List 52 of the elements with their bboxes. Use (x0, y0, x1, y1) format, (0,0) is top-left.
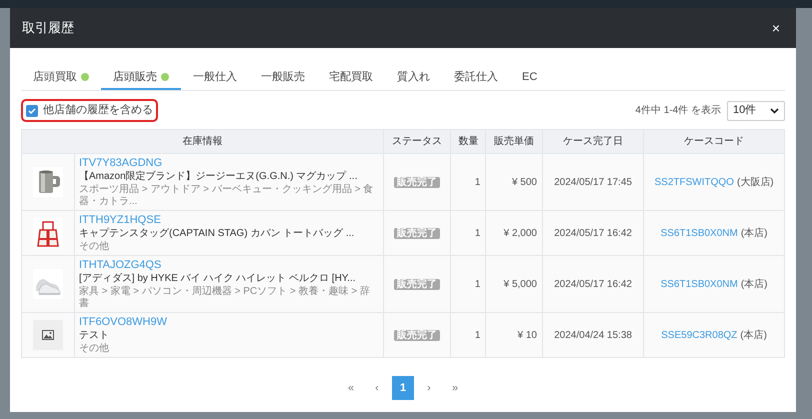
store-name: (大阪店) (736, 176, 774, 188)
table-cell: 1 (450, 312, 486, 358)
item-category: その他 (79, 343, 110, 355)
item-name: テスト (79, 329, 110, 343)
store-name: (本店) (740, 330, 767, 340)
checkbox-label[interactable]: 他店舗の履歴を含める (21, 99, 158, 122)
case-code-link[interactable]: SS6T1SB0X0NM (660, 228, 738, 238)
tab[interactable]: 店頭買取 (21, 66, 101, 90)
item-name: [アディダス] by HYKE バイ ハイク ハイレット ベルクロ [HY... (79, 272, 357, 286)
tab[interactable]: 一般仕入 (181, 66, 249, 90)
case-code-link[interactable]: SS6T1SB0X0NM (660, 278, 738, 290)
page-button[interactable]: « (340, 376, 362, 400)
tab[interactable]: 質入れ (385, 66, 442, 90)
page-button[interactable]: › (418, 376, 440, 400)
chevron-down-icon (770, 108, 779, 114)
image-placeholder-icon (42, 330, 54, 340)
item-name: キャプテンスタッグ(CAPTAIN STAG) カバン トートバッグ ... (79, 227, 356, 241)
item-code-link[interactable]: ITTH9YZ1HQSE (79, 213, 380, 227)
close-button[interactable]: × (768, 18, 784, 38)
store-name: (本店) (740, 228, 768, 238)
tab[interactable]: EC (510, 66, 550, 90)
item-category: その他 (79, 241, 110, 253)
column-header: ケース完了日 (542, 130, 644, 154)
result-summary: 4件中 1-4件 を表示 (635, 104, 721, 118)
status-badge: 販売完了 (394, 330, 440, 340)
item-category: スポーツ用品 > アウトドア > バーベキュー・クッキング用品 > 食器・カトラ... (79, 184, 374, 208)
tab[interactable]: 一般販売 (249, 66, 317, 90)
modal-title: 取引履歴 (22, 19, 74, 38)
column-header: 在庫情報 (22, 130, 384, 154)
page-button[interactable]: ‹ (366, 376, 388, 400)
case-code-link[interactable]: SSE59C3R08QZ (661, 330, 738, 340)
check-icon (28, 106, 36, 114)
store-name: (本店) (740, 278, 768, 290)
status-badge: 販売完了 (394, 278, 440, 290)
case-code-link[interactable]: SS2TFSWITQQO (654, 176, 734, 188)
tab[interactable]: 店頭販売 (101, 66, 181, 90)
page-button[interactable]: » (444, 376, 466, 400)
item-category: 家具 > 家電 > パソコン・周辺機器 > PCソフト > 教養・趣味 > 辞書 (79, 286, 371, 310)
status-badge: 販売完了 (394, 228, 440, 238)
page-button[interactable]: 1 (392, 376, 414, 400)
item-code-link[interactable]: ITHTAJOZG4QS (79, 258, 380, 272)
item-name: 【Amazon限定ブランド】ジージーエヌ(G.G.N.) マグカップ ... (79, 170, 358, 184)
tab[interactable]: 宅配買取 (317, 66, 385, 90)
status-badge: 販売完了 (394, 176, 440, 188)
checkbox[interactable] (26, 104, 38, 116)
item-code-link[interactable]: ITV7Y83AGDNG (79, 156, 380, 170)
page-size-select[interactable]: 10件 (727, 100, 785, 120)
table-cell: ¥ 10 (486, 312, 542, 358)
table-cell: 2024/04/24 15:38 (542, 312, 644, 358)
column-header: ケースコード (644, 130, 784, 154)
tab[interactable]: 委託仕入 (442, 66, 510, 90)
item-code-link[interactable]: ITF6OVO8WH9W (79, 315, 380, 329)
